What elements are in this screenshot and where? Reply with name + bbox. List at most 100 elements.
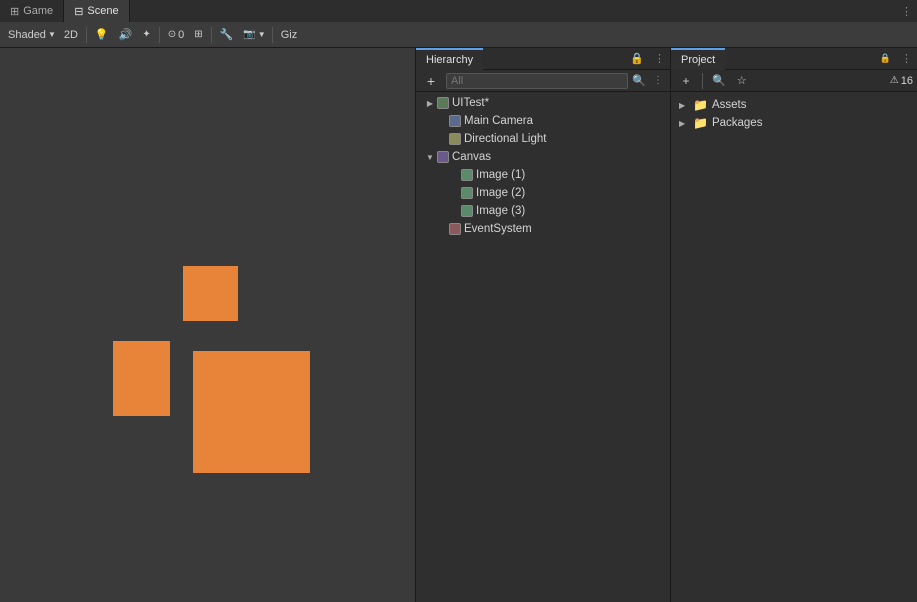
tab-scene-label: Scene bbox=[87, 5, 118, 17]
project-tab[interactable]: Project bbox=[671, 48, 725, 70]
fx-icon: ✦ bbox=[142, 29, 150, 40]
search-icon: 🔍 bbox=[632, 74, 646, 87]
tab-bar-menu[interactable]: ⋮ bbox=[896, 0, 917, 22]
top-tab-bar: ⊞ Game ⊟ Scene ⋮ bbox=[0, 0, 917, 22]
canvas-obj-icon bbox=[436, 150, 450, 164]
packages-label: Packages bbox=[712, 117, 763, 129]
layers-icon: ⊙ bbox=[168, 29, 176, 40]
canvas-label: Canvas bbox=[452, 151, 491, 163]
2d-button[interactable]: 2D bbox=[60, 25, 82, 45]
tab-game-label: Game bbox=[23, 5, 53, 17]
layers-count: 0 bbox=[178, 29, 184, 41]
hierarchy-add-button[interactable]: + bbox=[420, 70, 442, 92]
hierarchy-search-bar: + 🔍 ⋮ bbox=[416, 70, 670, 92]
project-title: Project bbox=[681, 54, 715, 66]
gizmos-button[interactable]: Giz bbox=[277, 25, 302, 45]
shaded-dropdown[interactable]: Shaded ▼ bbox=[4, 25, 58, 45]
image2-obj-icon bbox=[460, 186, 474, 200]
image3-rect bbox=[193, 351, 310, 473]
tab-scene[interactable]: ⊟ Scene bbox=[64, 0, 129, 22]
assets-folder-icon: 📁 bbox=[693, 98, 708, 112]
tab-game[interactable]: ⊞ Game bbox=[0, 0, 64, 22]
hierarchy-menu-btn[interactable]: ⋮ bbox=[649, 48, 670, 69]
camera-dropdown[interactable]: 📷 ▼ bbox=[239, 25, 267, 45]
light-obj-icon bbox=[448, 132, 462, 146]
grid-view-icon: ⊞ bbox=[194, 29, 202, 40]
scene-toolbar: Shaded ▼ 2D 💡 🔊 ✦ ⊙ 0 ⊞ 🔧 📷 ▼ Giz bbox=[0, 22, 917, 48]
sep2 bbox=[159, 27, 160, 43]
sep4 bbox=[272, 27, 273, 43]
tree-item-canvas[interactable]: ▼ Canvas bbox=[416, 148, 670, 166]
light-button[interactable]: 💡 bbox=[91, 25, 113, 45]
grid-button[interactable]: ⊞ bbox=[190, 25, 206, 45]
proj-sep1 bbox=[702, 73, 703, 89]
shaded-label: Shaded bbox=[8, 29, 46, 41]
project-panel: Project 🔒 ⋮ + 🔍 ☆ ⚠ 16 ▶ 📁 Asset bbox=[671, 48, 917, 602]
assets-arrow-icon: ▶ bbox=[679, 101, 689, 110]
packages-folder-icon: 📁 bbox=[693, 116, 708, 130]
camera-icon: 📷 bbox=[243, 29, 255, 40]
audio-button[interactable]: 🔊 bbox=[115, 25, 137, 45]
2d-label: 2D bbox=[64, 29, 78, 41]
scene-viewport[interactable] bbox=[0, 48, 415, 602]
tree-arrow-uitest: ▶ bbox=[424, 97, 436, 109]
folder-packages[interactable]: ▶ 📁 Packages bbox=[675, 114, 913, 132]
hierarchy-lock-icon[interactable]: 🔒 bbox=[625, 48, 649, 69]
tree-item-directional-light[interactable]: ▶ Directional Light bbox=[416, 130, 670, 148]
directional-light-label: Directional Light bbox=[464, 133, 546, 145]
image2-label: Image (2) bbox=[476, 187, 525, 199]
main-camera-label: Main Camera bbox=[464, 115, 533, 127]
camera-dropdown-arrow: ▼ bbox=[258, 30, 266, 39]
uitest-label: UITest* bbox=[452, 97, 489, 109]
fx-button[interactable]: ✦ bbox=[138, 25, 154, 45]
hierarchy-panel: Hierarchy 🔒 ⋮ + 🔍 ⋮ ▶ UITest* bbox=[415, 48, 671, 602]
tree-item-image2[interactable]: ▶ Image (2) bbox=[416, 184, 670, 202]
gizmos-label: Giz bbox=[281, 29, 298, 41]
light-icon: 💡 bbox=[95, 28, 109, 41]
packages-arrow-icon: ▶ bbox=[679, 119, 689, 128]
dropdown-arrow-icon: ▼ bbox=[48, 30, 56, 39]
layers-button[interactable]: ⊙ 0 bbox=[164, 25, 189, 45]
image2-rect bbox=[113, 341, 170, 416]
tree-arrow-canvas: ▼ bbox=[424, 151, 436, 163]
audio-icon: 🔊 bbox=[119, 28, 133, 41]
image3-label: Image (3) bbox=[476, 205, 525, 217]
project-badge-count: 16 bbox=[901, 75, 913, 87]
image1-rect bbox=[183, 266, 238, 321]
tools-button[interactable]: 🔧 bbox=[216, 25, 238, 45]
wrench-icon: 🔧 bbox=[220, 28, 234, 41]
eventsystem-obj-icon bbox=[448, 222, 462, 236]
tree-item-eventsystem[interactable]: ▶ EventSystem bbox=[416, 220, 670, 238]
tree-item-uitest[interactable]: ▶ UITest* bbox=[416, 94, 670, 112]
image1-label: Image (1) bbox=[476, 169, 525, 181]
hierarchy-tab[interactable]: Hierarchy bbox=[416, 48, 483, 70]
main-area: Hierarchy 🔒 ⋮ + 🔍 ⋮ ▶ UITest* bbox=[0, 48, 917, 602]
project-lock-icon[interactable]: 🔒 bbox=[875, 48, 896, 69]
sep1 bbox=[86, 27, 87, 43]
project-content: ▶ 📁 Assets ▶ 📁 Packages bbox=[671, 92, 917, 602]
tree-item-image1[interactable]: ▶ Image (1) bbox=[416, 166, 670, 184]
uitest-icon bbox=[436, 96, 450, 110]
project-header: Project 🔒 ⋮ bbox=[671, 48, 917, 70]
image3-obj-icon bbox=[460, 204, 474, 218]
tree-item-image3[interactable]: ▶ Image (3) bbox=[416, 202, 670, 220]
project-badge-icon: ⚠ bbox=[890, 75, 899, 86]
project-menu-btn[interactable]: ⋮ bbox=[896, 48, 917, 69]
camera-obj-icon bbox=[448, 114, 462, 128]
project-fav-button[interactable]: ☆ bbox=[733, 71, 751, 91]
viewport-background bbox=[0, 48, 415, 602]
tree-item-main-camera[interactable]: ▶ Main Camera bbox=[416, 112, 670, 130]
hierarchy-search-menu[interactable]: ⋮ bbox=[650, 75, 666, 86]
hierarchy-search-input[interactable] bbox=[446, 73, 628, 89]
project-add-button[interactable]: + bbox=[675, 70, 697, 92]
project-find-button[interactable]: 🔍 bbox=[708, 71, 730, 91]
grid-icon: ⊟ bbox=[74, 5, 83, 18]
eventsystem-label: EventSystem bbox=[464, 223, 532, 235]
folder-assets[interactable]: ▶ 📁 Assets bbox=[675, 96, 913, 114]
hierarchy-tree: ▶ UITest* ▶ Main Camera ▶ bbox=[416, 92, 670, 602]
assets-label: Assets bbox=[712, 99, 747, 111]
add-icon: + bbox=[427, 73, 435, 89]
hierarchy-header: Hierarchy 🔒 ⋮ bbox=[416, 48, 670, 70]
image1-obj-icon bbox=[460, 168, 474, 182]
sep3 bbox=[211, 27, 212, 43]
